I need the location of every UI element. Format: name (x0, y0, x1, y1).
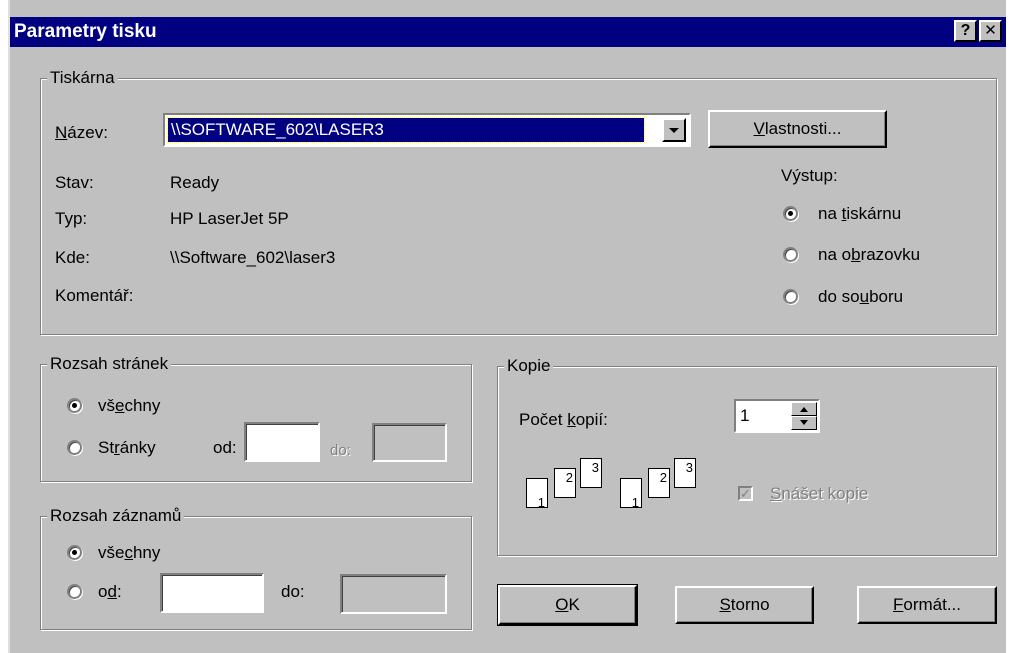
page-range-legend: Rozsah stránek (47, 353, 172, 375)
copies-group: Kopie (497, 355, 997, 556)
format-button[interactable]: Formát... (857, 586, 997, 624)
chevron-down-icon (800, 420, 808, 425)
chevron-down-icon (669, 128, 679, 133)
page-icon-1: 1 (620, 478, 642, 509)
page-range-all-radio[interactable] (67, 398, 82, 413)
print-dialog: Parametry tisku ? ✕ Tiskárna Název: \\SO… (8, 0, 1006, 653)
status-label: Stav: (55, 173, 94, 192)
window-title: Parametry tisku (14, 21, 157, 42)
page-range-pages-label[interactable]: Stránky (98, 437, 156, 459)
output-file-label[interactable]: do souboru (818, 286, 903, 308)
page-from-input[interactable] (244, 422, 320, 462)
chevron-up-icon (800, 407, 808, 412)
page-icon-1: 1 (526, 478, 548, 509)
record-from-input[interactable] (160, 573, 264, 613)
copies-spinbox[interactable]: 1 (734, 399, 820, 433)
ok-button[interactable]: OK (497, 584, 638, 626)
page-range-pages-radio[interactable] (67, 440, 82, 455)
output-radio-file[interactable] (783, 289, 798, 304)
page-range-to-label: do: (330, 442, 351, 459)
record-range-legend: Rozsah záznamů (47, 505, 185, 527)
record-range-all-label[interactable]: všechny (98, 542, 160, 564)
page-icon-3: 3 (674, 458, 696, 488)
output-radio-printer[interactable] (783, 206, 798, 221)
output-label: Výstup: (781, 166, 838, 185)
where-label: Kde: (55, 248, 90, 267)
title-bar[interactable]: Parametry tisku ? ✕ (10, 17, 1006, 47)
status-value: Ready (170, 173, 220, 192)
printer-name-label: Název: (55, 123, 108, 142)
properties-button-rest: lastnosti... (764, 119, 842, 138)
record-range-to-label: do: (281, 582, 305, 601)
record-range-all-radio[interactable] (67, 545, 82, 560)
type-label: Typ: (55, 209, 88, 228)
type-value: HP LaserJet 5P (170, 209, 289, 228)
spin-up-button[interactable] (791, 402, 817, 416)
output-screen-label[interactable]: na obrazovku (818, 244, 920, 266)
dropdown-button[interactable] (662, 118, 686, 142)
page-range-from-label: od: (213, 438, 237, 457)
cancel-button[interactable]: Storno (675, 586, 814, 624)
output-printer-label[interactable]: na tiskárnu (818, 203, 901, 225)
printer-legend: Tiskárna (47, 67, 118, 89)
close-button[interactable]: ✕ (979, 20, 1002, 42)
printer-select-highlight: \\SOFTWARE_602\LASER3 (167, 117, 645, 143)
record-range-from-radio[interactable] (67, 584, 82, 599)
spin-down-button[interactable] (791, 416, 817, 430)
record-range-from-label[interactable]: od: (98, 581, 122, 603)
output-radio-screen[interactable] (783, 247, 798, 262)
printer-select-value: \\SOFTWARE_602\LASER3 (171, 120, 384, 139)
copies-count-value: 1 (740, 406, 750, 425)
where-value: \\Software_602\laser3 (170, 248, 336, 267)
collate-label[interactable]: Snášet kopie (770, 483, 868, 505)
page-range-all-label[interactable]: všechny (98, 395, 160, 417)
properties-button[interactable]: Vlastnosti... (708, 110, 887, 148)
help-button[interactable]: ? (954, 20, 977, 42)
printer-name-label-rest: ázev: (67, 123, 108, 142)
page-to-input[interactable] (372, 423, 447, 462)
collate-checkbox[interactable]: ✓ (738, 486, 753, 501)
copies-legend: Kopie (504, 355, 554, 377)
page-icon-2: 2 (648, 468, 670, 498)
comment-label: Komentář: (55, 286, 134, 305)
record-to-input[interactable] (340, 574, 447, 614)
copies-count-label: Počet kopií: (519, 410, 608, 429)
printer-select[interactable]: \\SOFTWARE_602\LASER3 (163, 113, 691, 147)
page-icon-2: 2 (554, 468, 576, 498)
page-icon-3: 3 (580, 458, 602, 488)
